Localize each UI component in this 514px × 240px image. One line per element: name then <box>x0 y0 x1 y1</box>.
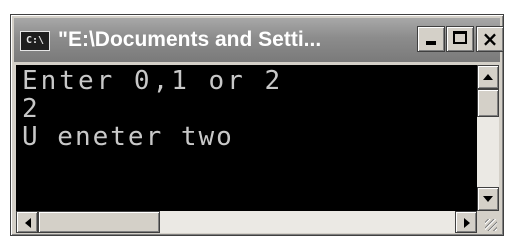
maximize-button[interactable] <box>446 26 474 52</box>
vertical-scrollbar[interactable] <box>477 65 499 211</box>
console-app-icon[interactable]: C:\ <box>20 31 50 51</box>
horizontal-scroll-thumb[interactable] <box>38 211 160 233</box>
resize-grip[interactable] <box>477 211 499 233</box>
arrow-left-icon <box>25 218 31 228</box>
arrow-right-icon <box>464 218 470 228</box>
arrow-up-icon <box>483 74 493 80</box>
console-line: 2 <box>22 94 38 124</box>
console-window: C:\ "E:\Documents and Setti... × Enter 0… <box>10 14 504 236</box>
close-icon: × <box>481 27 499 51</box>
window-title: "E:\Documents and Setti... <box>58 28 322 51</box>
title-bar[interactable]: C:\ "E:\Documents and Setti... × <box>14 18 504 62</box>
scroll-down-button[interactable] <box>477 187 499 211</box>
minimize-button[interactable] <box>417 26 445 52</box>
console-output[interactable]: Enter 0,1 or 2 2 U eneter two <box>16 65 477 211</box>
console-line: Enter 0,1 or 2 <box>22 66 284 96</box>
horizontal-scrollbar[interactable] <box>16 211 477 233</box>
close-button[interactable]: × <box>476 26 504 52</box>
arrow-down-icon <box>483 196 493 202</box>
scroll-right-button[interactable] <box>455 211 477 233</box>
scroll-left-button[interactable] <box>16 211 38 233</box>
scroll-up-button[interactable] <box>477 65 499 89</box>
vertical-scroll-thumb[interactable] <box>477 89 499 117</box>
console-line: U eneter two <box>22 122 234 152</box>
